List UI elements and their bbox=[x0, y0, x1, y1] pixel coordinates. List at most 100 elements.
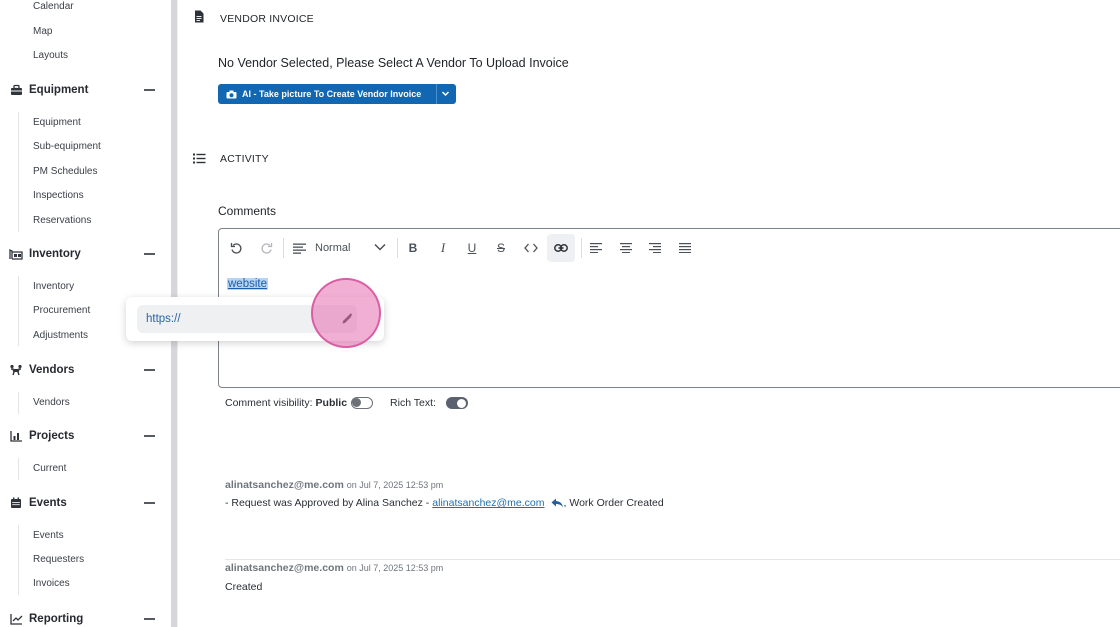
sidebar-group-label: Equipment bbox=[29, 84, 89, 96]
toolbar-separator bbox=[581, 238, 582, 258]
chart-line-icon bbox=[9, 612, 23, 626]
sidebar-item-adjustments[interactable]: Adjustments bbox=[33, 330, 88, 341]
sidebar-tree-line bbox=[18, 392, 19, 414]
sidebar-item-requesters[interactable]: Requesters bbox=[33, 554, 84, 565]
align-right-icon[interactable] bbox=[646, 239, 664, 257]
author-email-link[interactable]: alinatsanchez@me.com bbox=[432, 497, 544, 509]
visibility-label: Comment visibility: bbox=[225, 397, 313, 409]
sidebar-item-calendar[interactable]: Calendar bbox=[33, 1, 74, 12]
activity-text-body: Created bbox=[225, 581, 263, 593]
activity-text: - Request was Approved by Alina Sanchez … bbox=[225, 497, 664, 509]
sidebar-group-projects[interactable]: Projects bbox=[9, 427, 159, 445]
activity-time: on Jul 7, 2025 12:53 pm bbox=[346, 480, 444, 490]
activity-author: alinatsanchez@me.com on Jul 7, 2025 12:5… bbox=[225, 479, 443, 491]
activity-text-prefix: - Request was Approved by Alina Sanchez … bbox=[225, 497, 430, 509]
toolbox-icon bbox=[9, 83, 23, 97]
people-carry-icon bbox=[9, 363, 23, 377]
split-separator bbox=[436, 84, 437, 104]
sidebar-group-inventory[interactable]: Inventory bbox=[9, 245, 159, 263]
chart-bar-icon bbox=[9, 429, 23, 443]
vendor-invoice-title: VENDOR INVOICE bbox=[220, 13, 314, 25]
reply-icon bbox=[551, 498, 564, 508]
sidebar-item-layouts[interactable]: Layouts bbox=[33, 50, 68, 61]
link-editor-popover bbox=[126, 297, 384, 341]
link-url-input[interactable] bbox=[137, 305, 357, 333]
list-icon bbox=[193, 151, 206, 169]
redo-icon[interactable] bbox=[257, 239, 275, 257]
rich-text-label: Rich Text: bbox=[390, 397, 436, 409]
sidebar-group-events[interactable]: Events bbox=[9, 494, 159, 512]
sidebar-item-pm-schedules[interactable]: PM Schedules bbox=[33, 166, 97, 177]
sidebar-tree-line bbox=[18, 276, 19, 346]
visibility-value: Public bbox=[315, 397, 348, 409]
sidebar-item-sub-equipment[interactable]: Sub-equipment bbox=[33, 141, 101, 152]
undo-icon[interactable] bbox=[227, 239, 245, 257]
paragraph-icon bbox=[293, 243, 306, 254]
align-left-icon[interactable] bbox=[587, 239, 605, 257]
camera-icon bbox=[225, 89, 237, 99]
pencil-icon[interactable] bbox=[336, 308, 358, 330]
sidebar-group-label: Reporting bbox=[29, 613, 84, 625]
sidebar-group-label: Inventory bbox=[29, 248, 81, 260]
sidebar-tree-line bbox=[18, 525, 19, 595]
toolbar-separator bbox=[283, 238, 284, 258]
sidebar-item-inspections[interactable]: Inspections bbox=[33, 190, 84, 201]
selected-link-text[interactable]: website bbox=[227, 278, 268, 290]
align-center-icon[interactable] bbox=[617, 239, 635, 257]
comments-label: Comments bbox=[218, 204, 277, 218]
bold-icon[interactable]: B bbox=[404, 239, 422, 257]
collapse-icon[interactable] bbox=[144, 89, 155, 91]
chevron-down-icon bbox=[374, 243, 386, 251]
sidebar-group-label: Vendors bbox=[29, 364, 75, 376]
code-icon[interactable] bbox=[522, 239, 540, 257]
activity-text-suffix: , Work Order Created bbox=[563, 497, 664, 509]
ai-button-label: AI - Take picture To Create Vendor Invoi… bbox=[242, 89, 422, 99]
sidebar-group-equipment[interactable]: Equipment bbox=[9, 81, 159, 99]
sidebar-tree-line bbox=[18, 458, 19, 480]
collapse-icon[interactable] bbox=[144, 502, 155, 504]
sidebar-group-reporting[interactable]: Reporting bbox=[9, 610, 159, 627]
sidebar-item-procurement[interactable]: Procurement bbox=[33, 305, 90, 316]
activity-divider bbox=[225, 559, 1120, 560]
no-vendor-notice: No Vendor Selected, Please Select A Vend… bbox=[218, 56, 569, 70]
editor-toolbar: Normal B I U S bbox=[219, 229, 1120, 267]
warehouse-icon bbox=[9, 247, 23, 261]
sidebar-item-invoices[interactable]: Invoices bbox=[33, 578, 70, 589]
sidebar-group-vendors[interactable]: Vendors bbox=[9, 361, 159, 379]
collapse-icon[interactable] bbox=[144, 435, 155, 437]
calendar-icon bbox=[9, 496, 23, 510]
sidebar-item-reservations[interactable]: Reservations bbox=[33, 215, 91, 226]
toolbar-separator bbox=[397, 238, 398, 258]
sidebar-item-current[interactable]: Current bbox=[33, 463, 66, 474]
italic-icon[interactable]: I bbox=[434, 239, 452, 257]
sidebar-item-events[interactable]: Events bbox=[33, 530, 64, 541]
sidebar-group-label: Projects bbox=[29, 430, 75, 442]
author-email: alinatsanchez@me.com bbox=[225, 562, 344, 574]
rich-text-toggle[interactable] bbox=[445, 397, 468, 409]
visibility-toggle[interactable] bbox=[351, 397, 374, 409]
link-icon[interactable] bbox=[552, 239, 570, 257]
sidebar-item-vendors[interactable]: Vendors bbox=[33, 397, 70, 408]
block-format-select[interactable]: Normal bbox=[293, 238, 389, 258]
align-justify-icon[interactable] bbox=[676, 239, 694, 257]
collapse-icon[interactable] bbox=[144, 618, 155, 620]
sidebar-item-map[interactable]: Map bbox=[33, 26, 52, 37]
sidebar-tree-line bbox=[18, 112, 19, 232]
block-format-value: Normal bbox=[315, 242, 351, 254]
sidebar-group-label: Events bbox=[29, 497, 67, 509]
sidebar-item-inventory[interactable]: Inventory bbox=[33, 281, 74, 292]
collapse-icon[interactable] bbox=[144, 369, 155, 371]
sidebar-item-equipment[interactable]: Equipment bbox=[33, 117, 81, 128]
collapse-icon[interactable] bbox=[144, 253, 155, 255]
activity-title: ACTIVITY bbox=[220, 153, 269, 165]
app-root: Calendar Map Layouts Equipment Equipment… bbox=[0, 0, 1120, 627]
author-email: alinatsanchez@me.com bbox=[225, 479, 344, 491]
strikethrough-icon[interactable]: S bbox=[492, 239, 510, 257]
comment-options: Comment visibility: Public Rich Text: bbox=[225, 397, 468, 409]
chevron-down-icon[interactable] bbox=[441, 89, 450, 100]
activity-author: alinatsanchez@me.com on Jul 7, 2025 12:5… bbox=[225, 562, 443, 574]
underline-icon[interactable]: U bbox=[463, 239, 481, 257]
file-invoice-icon bbox=[194, 10, 204, 28]
ai-take-picture-button[interactable]: AI - Take picture To Create Vendor Invoi… bbox=[218, 84, 456, 104]
activity-time: on Jul 7, 2025 12:53 pm bbox=[346, 563, 444, 573]
